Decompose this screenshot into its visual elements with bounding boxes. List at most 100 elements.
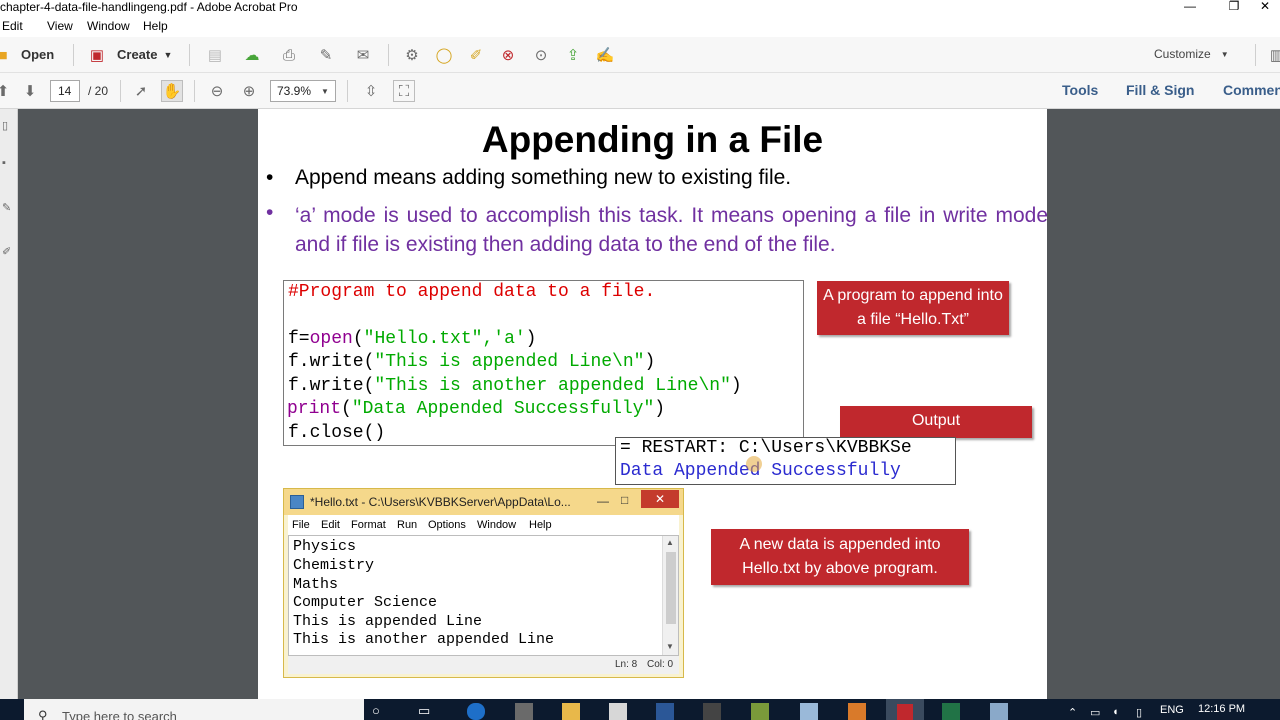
customize-label: Customize — [1154, 47, 1211, 61]
fill-sign-link[interactable]: Fill & Sign — [1126, 82, 1194, 98]
email-icon[interactable]: ✉ — [352, 44, 374, 66]
comment-icon[interactable]: ◯ — [433, 44, 455, 66]
fit-page-icon[interactable]: ⛶ — [393, 80, 415, 102]
close-icon[interactable]: ✕ — [641, 490, 679, 508]
vertical-scrollbar[interactable]: ▲ ▼ — [662, 536, 678, 655]
minimize-icon[interactable]: — — [1167, 0, 1213, 14]
notepad-taskbar-icon[interactable] — [990, 703, 1008, 720]
tray-chevron-icon[interactable]: ⌃ — [1068, 706, 1077, 719]
zoom-in-icon[interactable]: ⊕ — [238, 80, 260, 102]
settings-gear-icon[interactable]: ⚙ — [401, 44, 423, 66]
page-thumbnails-icon[interactable]: ▯ — [2, 119, 8, 132]
previous-page-icon[interactable]: ⬆ — [0, 80, 14, 102]
firefox-icon[interactable] — [848, 703, 866, 720]
speaker-icon[interactable]: ◖ — [1112, 706, 1119, 718]
notepad-menu-format[interactable]: Format — [351, 519, 386, 531]
tools-link[interactable]: Tools — [1062, 82, 1098, 98]
save-icon[interactable]: ▤ — [204, 44, 226, 66]
search-placeholder: Type here to search — [62, 709, 177, 720]
scroll-down-icon[interactable]: ▼ — [666, 642, 674, 651]
edit-icon[interactable]: ✎ — [315, 44, 337, 66]
network-icon[interactable]: ▭ — [1090, 706, 1100, 719]
close-icon[interactable]: ✕ — [1242, 0, 1280, 14]
notepad-title: *Hello.txt - C:\Users\KVBBKServer\AppDat… — [310, 495, 571, 509]
more-icon[interactable]: ▥ — [1266, 44, 1280, 66]
cortana-icon[interactable]: ○ — [372, 703, 390, 720]
bullet-dot: • — [266, 166, 274, 189]
notepad-status-bar: Ln: 8 Col: 0 — [288, 656, 679, 674]
toolbar-divider — [388, 44, 389, 66]
acrobat-taskbar-button[interactable] — [886, 699, 924, 720]
page-number-input[interactable] — [50, 80, 80, 102]
battery-icon[interactable]: ▯ — [1136, 706, 1142, 719]
clock[interactable]: 12:16 PM — [1198, 703, 1245, 715]
cloud-upload-icon[interactable]: ☁ — [241, 44, 263, 66]
maximize-icon[interactable]: □ — [621, 493, 628, 507]
text-line: Physics — [293, 538, 357, 555]
taskbar-search[interactable]: ⚲ Type here to search — [24, 699, 364, 720]
word-icon[interactable] — [656, 703, 674, 720]
document-icon[interactable] — [609, 703, 627, 720]
export-icon[interactable]: ⇪ — [562, 44, 584, 66]
open-button[interactable]: Open — [21, 47, 54, 62]
menu-window[interactable]: Window — [87, 19, 130, 33]
attachments-icon[interactable]: ✎ — [2, 201, 11, 214]
notepad-menu-edit[interactable]: Edit — [321, 519, 340, 531]
file-explorer-icon[interactable] — [562, 703, 580, 720]
customize-button[interactable]: Customize ▼ — [1154, 47, 1229, 61]
sign-icon[interactable]: ✍ — [594, 44, 616, 66]
code-token: f.write( — [288, 376, 375, 396]
notepad-menu-window[interactable]: Window — [477, 519, 516, 531]
scroll-mode-icon[interactable]: ⇳ — [360, 80, 382, 102]
notepad-menu-run[interactable]: Run — [397, 519, 417, 531]
code-token: ) — [525, 329, 537, 349]
code-token: "Data Appended Successfully" — [351, 399, 655, 419]
text-line: This is another appended Line — [293, 631, 555, 648]
notepad-menu-help[interactable]: Help — [529, 519, 552, 531]
language-indicator[interactable]: ENG — [1160, 704, 1184, 716]
task-view-icon[interactable]: ▭ — [418, 703, 436, 720]
menu-help[interactable]: Help — [143, 19, 168, 33]
notepad-title-bar: *Hello.txt - C:\Users\KVBBKServer\AppDat… — [284, 489, 683, 515]
app-icon[interactable] — [751, 703, 769, 720]
print-icon[interactable]: ⎙ — [278, 44, 300, 66]
scroll-up-icon[interactable]: ▲ — [666, 538, 674, 547]
store-icon[interactable] — [515, 703, 533, 720]
chevron-down-icon[interactable]: ▼ — [321, 87, 329, 96]
text-line: This is appended Line — [293, 613, 483, 630]
notepad-menu-file[interactable]: File — [292, 519, 310, 531]
slide-title: Appending in a File — [481, 119, 824, 160]
excel-icon[interactable] — [942, 703, 960, 720]
code-token: print — [287, 399, 342, 419]
notepad-text-area[interactable]: Physics Chemistry Maths Computer Science… — [288, 535, 679, 656]
hand-tool-icon[interactable]: ✋ — [161, 80, 183, 102]
bookmarks-icon[interactable]: ▪ — [2, 157, 6, 169]
window-icon[interactable] — [800, 703, 818, 720]
edge-icon[interactable] — [467, 703, 485, 720]
signatures-icon[interactable]: ✐ — [2, 245, 11, 258]
callout-output: Output — [840, 406, 1032, 438]
notepad-menu-options[interactable]: Options — [428, 519, 466, 531]
menu-view[interactable]: View — [47, 19, 73, 33]
review-icon[interactable]: ⊙ — [530, 44, 552, 66]
status-column: Col: 0 — [647, 659, 674, 670]
minimize-icon[interactable]: — — [597, 494, 609, 508]
next-page-icon[interactable]: ⬇ — [19, 80, 41, 102]
code-snippet: #Program to append data to a file. f=ope… — [283, 280, 804, 446]
menu-edit[interactable]: Edit — [2, 19, 23, 33]
comment-link[interactable]: Commen — [1223, 82, 1280, 98]
zoom-out-icon[interactable]: ⊖ — [206, 80, 228, 102]
code-line-print: print("Data Appended Successfully") — [287, 399, 665, 419]
code-token: f.write( — [288, 352, 375, 372]
folder-icon: ■ — [0, 46, 8, 64]
code-token: ) — [654, 399, 666, 419]
scrollbar-thumb[interactable] — [666, 552, 676, 624]
create-button[interactable]: Create ▼ — [117, 47, 172, 62]
terminal-icon[interactable] — [703, 703, 721, 720]
toolbar-divider — [120, 80, 121, 102]
delete-icon[interactable]: ⊗ — [497, 44, 519, 66]
highlight-icon[interactable]: ✐ — [465, 44, 487, 66]
title-bar: chapter-4-data-file-handlingeng.pdf - Ad… — [0, 0, 1280, 17]
python-idle-icon — [290, 495, 304, 509]
select-cursor-icon[interactable]: ➚ — [130, 80, 152, 102]
